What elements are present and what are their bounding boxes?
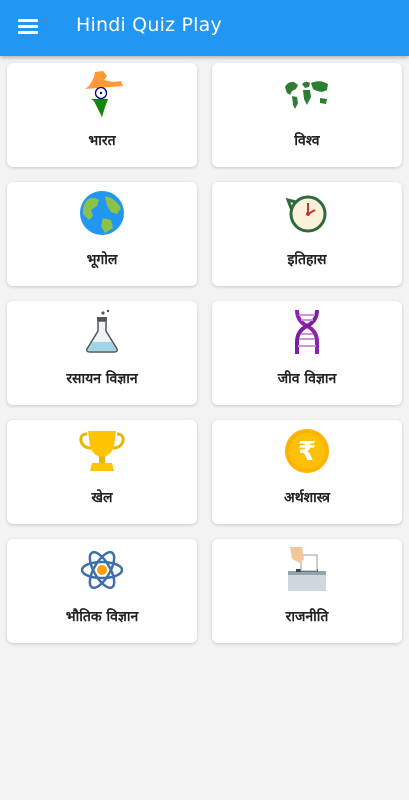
world-map-icon xyxy=(285,81,328,109)
category-card-rasayan-vigyan[interactable]: रसायन विज्ञान xyxy=(7,301,197,405)
rupee-coin-icon: ₹ xyxy=(285,429,329,473)
category-card-jeev-vigyan[interactable]: जीव विज्ञान xyxy=(212,301,402,405)
trophy-icon xyxy=(79,431,125,471)
category-label: जीव विज्ञान xyxy=(277,371,337,387)
category-label: इतिहास xyxy=(287,252,327,268)
category-card-rajneeti[interactable]: राजनीति xyxy=(212,539,402,643)
category-card-itihas[interactable]: इतिहास xyxy=(212,182,402,286)
category-card-bhautik-vigyan[interactable]: भौतिक विज्ञान xyxy=(7,539,197,643)
category-card-vishva[interactable]: विश्व xyxy=(212,63,402,167)
globe-icon xyxy=(80,191,124,235)
category-label: भारत xyxy=(88,133,116,149)
category-label: भूगोल xyxy=(86,252,118,268)
hamburger-menu-icon[interactable] xyxy=(18,16,40,38)
category-card-bharat[interactable]: भारत xyxy=(7,63,197,167)
app-bar: Hindi Quiz Play xyxy=(0,0,409,56)
dna-icon xyxy=(295,309,319,354)
ballot-box-icon xyxy=(288,547,326,591)
category-grid: भारत विश्व भूगोल इतिहास रसायन विज्ञान जी… xyxy=(7,63,402,643)
category-label: भौतिक विज्ञान xyxy=(65,609,139,625)
category-label: खेल xyxy=(91,490,113,506)
category-label: रसायन विज्ञान xyxy=(66,371,138,387)
atom-icon xyxy=(80,550,124,590)
chemistry-flask-icon xyxy=(86,309,118,353)
category-label: विश्व xyxy=(294,133,320,149)
history-clock-icon xyxy=(285,195,327,233)
india-map-flag-icon xyxy=(83,71,123,117)
category-card-arthashastra[interactable]: ₹ अर्थशास्त्र xyxy=(212,420,402,524)
category-card-khel[interactable]: खेल xyxy=(7,420,197,524)
category-label: अर्थशास्त्र xyxy=(284,490,330,506)
category-label: राजनीति xyxy=(285,609,329,625)
app-title: Hindi Quiz Play xyxy=(76,14,222,36)
svg-text:₹: ₹ xyxy=(298,437,316,467)
category-card-bhugol[interactable]: भूगोल xyxy=(7,182,197,286)
